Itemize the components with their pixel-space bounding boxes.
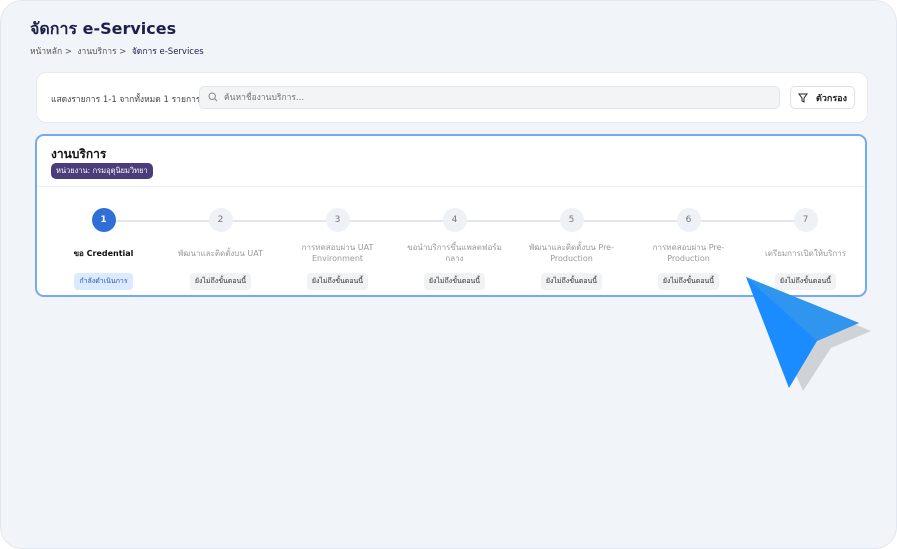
cursor-arrow-icon <box>746 277 871 391</box>
toolbar: แสดงรายการ 1-1 จากทั้งหมด 1 รายการ ตัวกร… <box>36 72 868 123</box>
search-icon <box>208 92 218 102</box>
step-status-badge: ยังไม่ถึงขั้นตอนนี้ <box>657 273 720 290</box>
filter-button[interactable]: ตัวกรอง <box>790 86 855 109</box>
page-title: จัดการ e-Services <box>30 19 177 38</box>
app-frame: จัดการ e-Services หน้าหลัก > งานบริการ >… <box>0 0 897 549</box>
step-number: 5 <box>559 208 584 232</box>
step-6[interactable]: 6 การทดสอบผ่าน Pre-Production ยังไม่ถึงข… <box>630 208 747 290</box>
step-label: พัฒนาและติดตั้งบน UAT <box>178 248 263 258</box>
step-status-badge: ยังไม่ถึงขั้นตอนนี้ <box>306 273 369 290</box>
step-number: 1 <box>91 208 116 232</box>
divider <box>37 186 865 187</box>
search-box[interactable] <box>199 86 780 109</box>
step-label: ขอนำบริการขึ้นแพลตฟอร์มกลาง <box>407 243 502 263</box>
step-label: ขอ Credential <box>73 248 134 258</box>
breadcrumb-home[interactable]: หน้าหลัก <box>30 47 62 57</box>
step-label: การทดสอบผ่าน Pre-Production <box>652 243 725 263</box>
search-input[interactable] <box>224 90 764 106</box>
step-3[interactable]: 3 การทดสอบผ่าน UAT Environment ยังไม่ถึง… <box>279 208 396 290</box>
step-status-badge: กำลังดำเนินการ <box>74 273 133 290</box>
breadcrumb: หน้าหลัก > งานบริการ > จัดการ e-Services <box>30 47 204 57</box>
step-label: เตรียมการเปิดให้บริการ <box>764 248 846 258</box>
step-status-badge: ยังไม่ถึงขั้นตอนนี้ <box>540 273 603 290</box>
filter-icon <box>798 93 808 103</box>
result-count: แสดงรายการ 1-1 จากทั้งหมด 1 รายการ <box>51 95 201 105</box>
step-2[interactable]: 2 พัฒนาและติดตั้งบน UAT ยังไม่ถึงขั้นตอน… <box>162 208 279 290</box>
step-status-badge: ยังไม่ถึงขั้นตอนนี้ <box>189 273 252 290</box>
step-number: 4 <box>442 208 467 232</box>
step-number: 3 <box>325 208 350 232</box>
step-number: 2 <box>208 208 233 232</box>
step-5[interactable]: 5 พัฒนาและติดตั้งบน Pre-Production ยังไม… <box>513 208 630 290</box>
step-label: พัฒนาและติดตั้งบน Pre-Production <box>528 243 614 263</box>
step-label: การทดสอบผ่าน UAT Environment <box>301 243 374 263</box>
step-number: 6 <box>676 208 701 232</box>
step-status-badge: ยังไม่ถึงขั้นตอนนี้ <box>423 273 486 290</box>
step-1[interactable]: 1 ขอ Credential กำลังดำเนินการ <box>45 208 162 290</box>
agency-badge: หน่วยงาน: กรมอุตุนิยมวิทยา <box>51 163 153 179</box>
filter-label: ตัวกรอง <box>816 93 847 104</box>
step-number: 7 <box>793 208 818 232</box>
breadcrumb-current: จัดการ e-Services <box>131 47 204 57</box>
service-title: งานบริการ <box>51 147 107 161</box>
breadcrumb-services[interactable]: งานบริการ <box>77 47 116 57</box>
step-4[interactable]: 4 ขอนำบริการขึ้นแพลตฟอร์มกลาง ยังไม่ถึงข… <box>396 208 513 290</box>
